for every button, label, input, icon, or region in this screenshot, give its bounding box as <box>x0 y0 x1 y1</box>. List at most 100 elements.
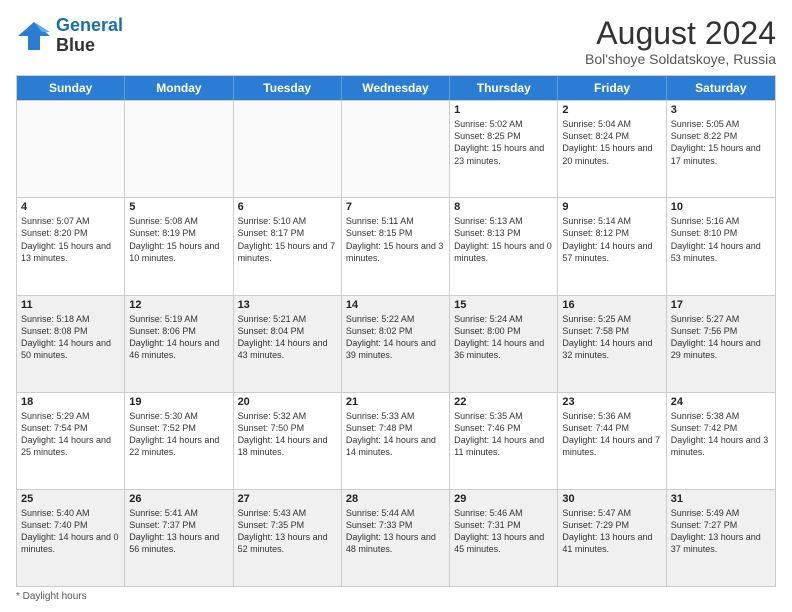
calendar-cell: 15Sunrise: 5:24 AM Sunset: 8:00 PM Dayli… <box>450 296 558 392</box>
calendar-cell: 16 Sunrise: 5:25 AM Sunset: 7:58 PM Dayli… <box>558 296 666 392</box>
logo-line1: General <box>56 15 123 35</box>
calendar-header: SundayMondayTuesdayWednesdayThursdayFrid… <box>17 76 775 100</box>
day-number: 30 <box>562 493 661 505</box>
calendar-cell: 6 Sunrise: 5:10 AM Sunset: 8:17 PM Daylig… <box>234 198 342 294</box>
day-number: 31 <box>671 493 771 505</box>
day-number: 16 <box>562 299 661 311</box>
day-info: Sunrise: 5:02 AM Sunset: 8:25 PM Dayligh… <box>454 118 553 167</box>
calendar-cell: 8 Sunrise: 5:13 AM Sunset: 8:13 PM Daylig… <box>450 198 558 294</box>
day-info: Sunrise: 5:41 AM Sunset: 7:37 PM Dayligh… <box>129 507 228 556</box>
calendar-cell: 31 Sunrise: 5:49 AM Sunset: 7:27 PM Dayli… <box>667 490 775 586</box>
calendar-row-2: 4 Sunrise: 5:07 AM Sunset: 8:20 PM Daylig… <box>17 197 775 294</box>
day-number: 9 <box>562 201 661 213</box>
logo: General Blue <box>16 16 123 56</box>
day-number: 29 <box>454 493 553 505</box>
calendar-row-5: 25 Sunrise: 5:40 AM Sunset: 7:40 PM Dayli… <box>17 489 775 586</box>
day-info: Sunrise: 5:16 AM Sunset: 8:10 PM Dayligh… <box>671 215 771 264</box>
calendar-cell <box>125 101 233 197</box>
calendar-cell: 28 Sunrise: 5:44 AM Sunset: 7:33 PM Dayli… <box>342 490 450 586</box>
day-info: Sunrise: 5:05 AM Sunset: 8:22 PM Dayligh… <box>671 118 771 167</box>
day-number: 28 <box>346 493 445 505</box>
calendar-cell: 1Sunrise: 5:02 AM Sunset: 8:25 PM Daylig… <box>450 101 558 197</box>
calendar-cell: 3 Sunrise: 5:05 AM Sunset: 8:22 PM Daylig… <box>667 101 775 197</box>
day-info: Sunrise: 5:46 AM Sunset: 7:31 PM Dayligh… <box>454 507 553 556</box>
footer-note: * Daylight hours <box>16 591 776 602</box>
day-number: 2 <box>562 104 661 116</box>
day-number: 27 <box>238 493 337 505</box>
day-info: Sunrise: 5:32 AM Sunset: 7:50 PM Dayligh… <box>238 410 337 459</box>
day-info: Sunrise: 5:25 AM Sunset: 7:58 PM Dayligh… <box>562 313 661 362</box>
day-info: Sunrise: 5:10 AM Sunset: 8:17 PM Dayligh… <box>238 215 337 264</box>
calendar-cell: 26Sunrise: 5:41 AM Sunset: 7:37 PM Dayli… <box>125 490 233 586</box>
day-info: Sunrise: 5:22 AM Sunset: 8:02 PM Dayligh… <box>346 313 445 362</box>
calendar-cell <box>234 101 342 197</box>
day-info: Sunrise: 5:14 AM Sunset: 8:12 PM Dayligh… <box>562 215 661 264</box>
calendar-body: 1Sunrise: 5:02 AM Sunset: 8:25 PM Daylig… <box>17 100 775 586</box>
weekday-header-friday: Friday <box>558 76 666 100</box>
day-number: 3 <box>671 104 771 116</box>
calendar-cell: 9 Sunrise: 5:14 AM Sunset: 8:12 PM Daylig… <box>558 198 666 294</box>
day-info: Sunrise: 5:49 AM Sunset: 7:27 PM Dayligh… <box>671 507 771 556</box>
calendar-cell: 19 Sunrise: 5:30 AM Sunset: 7:52 PM Dayli… <box>125 393 233 489</box>
day-info: Sunrise: 5:04 AM Sunset: 8:24 PM Dayligh… <box>562 118 661 167</box>
day-info: Sunrise: 5:44 AM Sunset: 7:33 PM Dayligh… <box>346 507 445 556</box>
calendar-cell: 4 Sunrise: 5:07 AM Sunset: 8:20 PM Daylig… <box>17 198 125 294</box>
weekday-header-monday: Monday <box>125 76 233 100</box>
day-info: Sunrise: 5:33 AM Sunset: 7:48 PM Dayligh… <box>346 410 445 459</box>
day-number: 17 <box>671 299 771 311</box>
day-number: 13 <box>238 299 337 311</box>
day-info: Sunrise: 5:18 AM Sunset: 8:08 PM Dayligh… <box>21 313 120 362</box>
calendar: SundayMondayTuesdayWednesdayThursdayFrid… <box>16 75 776 587</box>
logo-bird-icon <box>16 18 52 54</box>
calendar-cell: 2 Sunrise: 5:04 AM Sunset: 8:24 PM Daylig… <box>558 101 666 197</box>
day-info: Sunrise: 5:27 AM Sunset: 7:56 PM Dayligh… <box>671 313 771 362</box>
day-number: 21 <box>346 396 445 408</box>
day-number: 8 <box>454 201 553 213</box>
calendar-row-4: 18Sunrise: 5:29 AM Sunset: 7:54 PM Dayli… <box>17 392 775 489</box>
calendar-cell: 11 Sunrise: 5:18 AM Sunset: 8:08 PM Dayli… <box>17 296 125 392</box>
day-info: Sunrise: 5:43 AM Sunset: 7:35 PM Dayligh… <box>238 507 337 556</box>
day-number: 12 <box>129 299 228 311</box>
calendar-cell: 27 Sunrise: 5:43 AM Sunset: 7:35 PM Dayli… <box>234 490 342 586</box>
day-info: Sunrise: 5:29 AM Sunset: 7:54 PM Dayligh… <box>21 410 120 459</box>
main-title: August 2024 <box>585 16 776 51</box>
sub-title: Bol'shoye Soldatskoye, Russia <box>585 51 776 67</box>
title-block: August 2024 Bol'shoye Soldatskoye, Russi… <box>585 16 776 67</box>
day-number: 4 <box>21 201 120 213</box>
weekday-header-wednesday: Wednesday <box>342 76 450 100</box>
day-number: 19 <box>129 396 228 408</box>
calendar-cell: 18Sunrise: 5:29 AM Sunset: 7:54 PM Dayli… <box>17 393 125 489</box>
page: General Blue August 2024 Bol'shoye Solda… <box>0 0 792 612</box>
calendar-cell: 17 Sunrise: 5:27 AM Sunset: 7:56 PM Dayli… <box>667 296 775 392</box>
day-info: Sunrise: 5:40 AM Sunset: 7:40 PM Dayligh… <box>21 507 120 556</box>
day-number: 6 <box>238 201 337 213</box>
calendar-cell: 13Sunrise: 5:21 AM Sunset: 8:04 PM Dayli… <box>234 296 342 392</box>
calendar-cell: 30Sunrise: 5:47 AM Sunset: 7:29 PM Dayli… <box>558 490 666 586</box>
logo-text: General Blue <box>56 16 123 56</box>
calendar-cell: 24Sunrise: 5:38 AM Sunset: 7:42 PM Dayli… <box>667 393 775 489</box>
weekday-header-saturday: Saturday <box>667 76 775 100</box>
weekday-header-tuesday: Tuesday <box>234 76 342 100</box>
weekday-header-thursday: Thursday <box>450 76 558 100</box>
calendar-cell: 20 Sunrise: 5:32 AM Sunset: 7:50 PM Dayli… <box>234 393 342 489</box>
day-info: Sunrise: 5:13 AM Sunset: 8:13 PM Dayligh… <box>454 215 553 264</box>
day-number: 20 <box>238 396 337 408</box>
calendar-cell: 29 Sunrise: 5:46 AM Sunset: 7:31 PM Dayli… <box>450 490 558 586</box>
day-number: 25 <box>21 493 120 505</box>
footer-text: Daylight hours <box>23 591 87 602</box>
day-info: Sunrise: 5:30 AM Sunset: 7:52 PM Dayligh… <box>129 410 228 459</box>
day-info: Sunrise: 5:11 AM Sunset: 8:15 PM Dayligh… <box>346 215 445 264</box>
day-info: Sunrise: 5:07 AM Sunset: 8:20 PM Dayligh… <box>21 215 120 264</box>
day-info: Sunrise: 5:36 AM Sunset: 7:44 PM Dayligh… <box>562 410 661 459</box>
day-number: 11 <box>21 299 120 311</box>
header: General Blue August 2024 Bol'shoye Solda… <box>16 16 776 67</box>
calendar-cell <box>17 101 125 197</box>
day-number: 22 <box>454 396 553 408</box>
day-info: Sunrise: 5:08 AM Sunset: 8:19 PM Dayligh… <box>129 215 228 264</box>
calendar-cell: 14Sunrise: 5:22 AM Sunset: 8:02 PM Dayli… <box>342 296 450 392</box>
calendar-cell: 10 Sunrise: 5:16 AM Sunset: 8:10 PM Dayli… <box>667 198 775 294</box>
logo-line2: Blue <box>56 35 95 55</box>
day-number: 10 <box>671 201 771 213</box>
calendar-cell <box>342 101 450 197</box>
day-number: 5 <box>129 201 228 213</box>
